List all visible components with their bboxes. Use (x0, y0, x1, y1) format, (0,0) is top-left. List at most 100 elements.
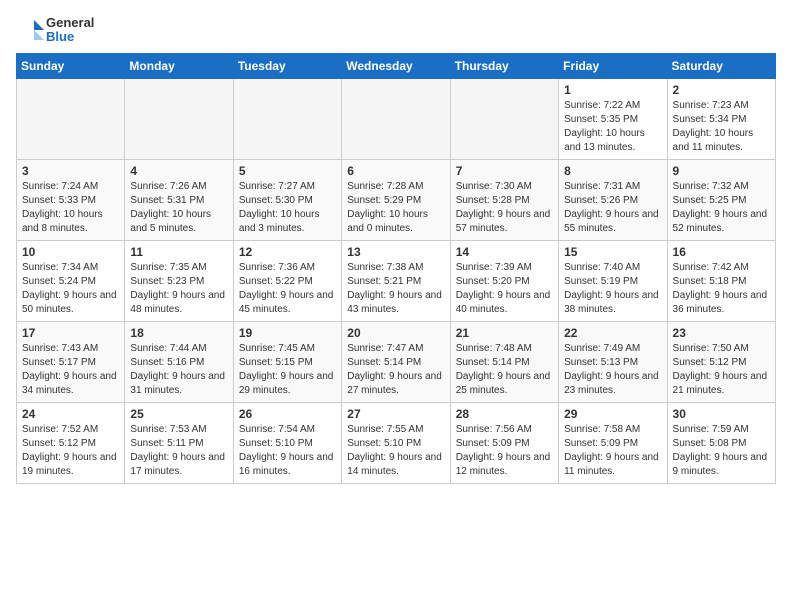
day-number: 12 (239, 245, 336, 259)
calendar-cell: 10 Sunrise: 7:34 AMSunset: 5:24 PMDayligh… (17, 240, 125, 321)
day-info: Sunrise: 7:53 AMSunset: 5:11 PMDaylight:… (130, 423, 227, 479)
calendar-cell: 14 Sunrise: 7:39 AMSunset: 5:20 PMDayligh… (450, 240, 558, 321)
calendar-cell (450, 78, 558, 159)
calendar-cell: 28Sunrise: 7:56 AMSunset: 5:09 PMDayligh… (450, 402, 558, 483)
day-info: Sunrise: 7:44 AMSunset: 5:16 PMDaylight:… (130, 342, 227, 398)
calendar-cell: 7 Sunrise: 7:30 AMSunset: 5:28 PMDaylight… (450, 159, 558, 240)
weekday-header-friday: Friday (559, 53, 667, 78)
day-number: 15 (564, 245, 661, 259)
calendar-cell: 30 Sunrise: 7:59 AMSunset: 5:08 PMDayligh… (667, 402, 775, 483)
calendar-cell: 29Sunrise: 7:58 AMSunset: 5:09 PMDayligh… (559, 402, 667, 483)
day-info: Sunrise: 7:43 AMSunset: 5:17 PMDaylight:… (22, 342, 119, 398)
calendar-cell: 4 Sunrise: 7:26 AMSunset: 5:31 PMDaylight… (125, 159, 233, 240)
day-info: Sunrise: 7:49 AMSunset: 5:13 PMDaylight:… (564, 342, 661, 398)
calendar-cell: 27 Sunrise: 7:55 AMSunset: 5:10 PMDayligh… (342, 402, 450, 483)
day-info: Sunrise: 7:23 AMSunset: 5:34 PMDaylight:… (673, 99, 770, 155)
day-number: 4 (130, 164, 227, 178)
day-info: Sunrise: 7:45 AMSunset: 5:15 PMDaylight:… (239, 342, 336, 398)
calendar-cell: 18 Sunrise: 7:44 AMSunset: 5:16 PMDayligh… (125, 321, 233, 402)
day-info: Sunrise: 7:42 AMSunset: 5:18 PMDaylight:… (673, 261, 770, 317)
day-info: Sunrise: 7:31 AMSunset: 5:26 PMDaylight:… (564, 180, 661, 236)
day-info: Sunrise: 7:28 AMSunset: 5:29 PMDaylight:… (347, 180, 444, 236)
day-info: Sunrise: 7:24 AMSunset: 5:33 PMDaylight:… (22, 180, 119, 236)
day-info: Sunrise: 7:40 AMSunset: 5:19 PMDaylight:… (564, 261, 661, 317)
calendar-table: SundayMondayTuesdayWednesdayThursdayFrid… (16, 53, 776, 484)
page-header: General Blue (16, 16, 776, 45)
day-info: Sunrise: 7:39 AMSunset: 5:20 PMDaylight:… (456, 261, 553, 317)
calendar-cell: 22 Sunrise: 7:49 AMSunset: 5:13 PMDayligh… (559, 321, 667, 402)
day-number: 7 (456, 164, 553, 178)
day-info: Sunrise: 7:59 AMSunset: 5:08 PMDaylight:… (673, 423, 770, 479)
calendar-cell: 9 Sunrise: 7:32 AMSunset: 5:25 PMDaylight… (667, 159, 775, 240)
day-number: 14 (456, 245, 553, 259)
day-info: Sunrise: 7:32 AMSunset: 5:25 PMDaylight:… (673, 180, 770, 236)
day-number: 10 (22, 245, 119, 259)
day-info: Sunrise: 7:47 AMSunset: 5:14 PMDaylight:… (347, 342, 444, 398)
day-info: Sunrise: 7:27 AMSunset: 5:30 PMDaylight:… (239, 180, 336, 236)
calendar-cell: 8 Sunrise: 7:31 AMSunset: 5:26 PMDaylight… (559, 159, 667, 240)
day-number: 26 (239, 407, 336, 421)
day-number: 9 (673, 164, 770, 178)
day-info: Sunrise: 7:22 AMSunset: 5:35 PMDaylight:… (564, 99, 661, 155)
calendar-cell: 16 Sunrise: 7:42 AMSunset: 5:18 PMDayligh… (667, 240, 775, 321)
day-number: 30 (673, 407, 770, 421)
day-number: 23 (673, 326, 770, 340)
calendar-cell: 24 Sunrise: 7:52 AMSunset: 5:12 PMDayligh… (17, 402, 125, 483)
weekday-header-saturday: Saturday (667, 53, 775, 78)
weekday-header-sunday: Sunday (17, 53, 125, 78)
day-number: 1 (564, 83, 661, 97)
day-info: Sunrise: 7:50 AMSunset: 5:12 PMDaylight:… (673, 342, 770, 398)
day-number: 21 (456, 326, 553, 340)
day-info: Sunrise: 7:48 AMSunset: 5:14 PMDaylight:… (456, 342, 553, 398)
calendar-cell (342, 78, 450, 159)
day-number: 18 (130, 326, 227, 340)
day-number: 11 (130, 245, 227, 259)
weekday-header-thursday: Thursday (450, 53, 558, 78)
calendar-cell (125, 78, 233, 159)
calendar-cell: 23 Sunrise: 7:50 AMSunset: 5:12 PMDayligh… (667, 321, 775, 402)
calendar-cell: 26Sunrise: 7:54 AMSunset: 5:10 PMDayligh… (233, 402, 341, 483)
logo-blue-text: Blue (46, 30, 94, 44)
calendar-cell (17, 78, 125, 159)
calendar-cell (233, 78, 341, 159)
calendar-cell: 21 Sunrise: 7:48 AMSunset: 5:14 PMDayligh… (450, 321, 558, 402)
day-number: 28 (456, 407, 553, 421)
calendar-cell: 25Sunrise: 7:53 AMSunset: 5:11 PMDayligh… (125, 402, 233, 483)
day-number: 5 (239, 164, 336, 178)
day-info: Sunrise: 7:35 AMSunset: 5:23 PMDaylight:… (130, 261, 227, 317)
day-number: 24 (22, 407, 119, 421)
calendar-cell: 17 Sunrise: 7:43 AMSunset: 5:17 PMDayligh… (17, 321, 125, 402)
day-info: Sunrise: 7:52 AMSunset: 5:12 PMDaylight:… (22, 423, 119, 479)
calendar-cell: 11 Sunrise: 7:35 AMSunset: 5:23 PMDayligh… (125, 240, 233, 321)
weekday-header-tuesday: Tuesday (233, 53, 341, 78)
day-number: 20 (347, 326, 444, 340)
calendar-cell: 2 Sunrise: 7:23 AMSunset: 5:34 PMDaylight… (667, 78, 775, 159)
day-info: Sunrise: 7:55 AMSunset: 5:10 PMDaylight:… (347, 423, 444, 479)
day-info: Sunrise: 7:26 AMSunset: 5:31 PMDaylight:… (130, 180, 227, 236)
weekday-header-wednesday: Wednesday (342, 53, 450, 78)
day-number: 22 (564, 326, 661, 340)
week-row-4: 17 Sunrise: 7:43 AMSunset: 5:17 PMDayligh… (17, 321, 776, 402)
day-number: 27 (347, 407, 444, 421)
week-row-3: 10 Sunrise: 7:34 AMSunset: 5:24 PMDayligh… (17, 240, 776, 321)
calendar-cell: 20 Sunrise: 7:47 AMSunset: 5:14 PMDayligh… (342, 321, 450, 402)
day-info: Sunrise: 7:34 AMSunset: 5:24 PMDaylight:… (22, 261, 119, 317)
calendar-cell: 1 Sunrise: 7:22 AMSunset: 5:35 PMDaylight… (559, 78, 667, 159)
day-info: Sunrise: 7:30 AMSunset: 5:28 PMDaylight:… (456, 180, 553, 236)
day-number: 16 (673, 245, 770, 259)
calendar-cell: 12 Sunrise: 7:36 AMSunset: 5:22 PMDayligh… (233, 240, 341, 321)
calendar-cell: 3Sunrise: 7:24 AMSunset: 5:33 PMDaylight… (17, 159, 125, 240)
day-number: 2 (673, 83, 770, 97)
day-number: 13 (347, 245, 444, 259)
day-number: 8 (564, 164, 661, 178)
weekday-header-row: SundayMondayTuesdayWednesdayThursdayFrid… (17, 53, 776, 78)
day-number: 17 (22, 326, 119, 340)
day-info: Sunrise: 7:36 AMSunset: 5:22 PMDaylight:… (239, 261, 336, 317)
week-row-5: 24 Sunrise: 7:52 AMSunset: 5:12 PMDayligh… (17, 402, 776, 483)
calendar-cell: 5 Sunrise: 7:27 AMSunset: 5:30 PMDaylight… (233, 159, 341, 240)
logo-svg (16, 16, 44, 44)
calendar-cell: 13Sunrise: 7:38 AMSunset: 5:21 PMDayligh… (342, 240, 450, 321)
weekday-header-monday: Monday (125, 53, 233, 78)
calendar-cell: 6 Sunrise: 7:28 AMSunset: 5:29 PMDaylight… (342, 159, 450, 240)
day-number: 6 (347, 164, 444, 178)
